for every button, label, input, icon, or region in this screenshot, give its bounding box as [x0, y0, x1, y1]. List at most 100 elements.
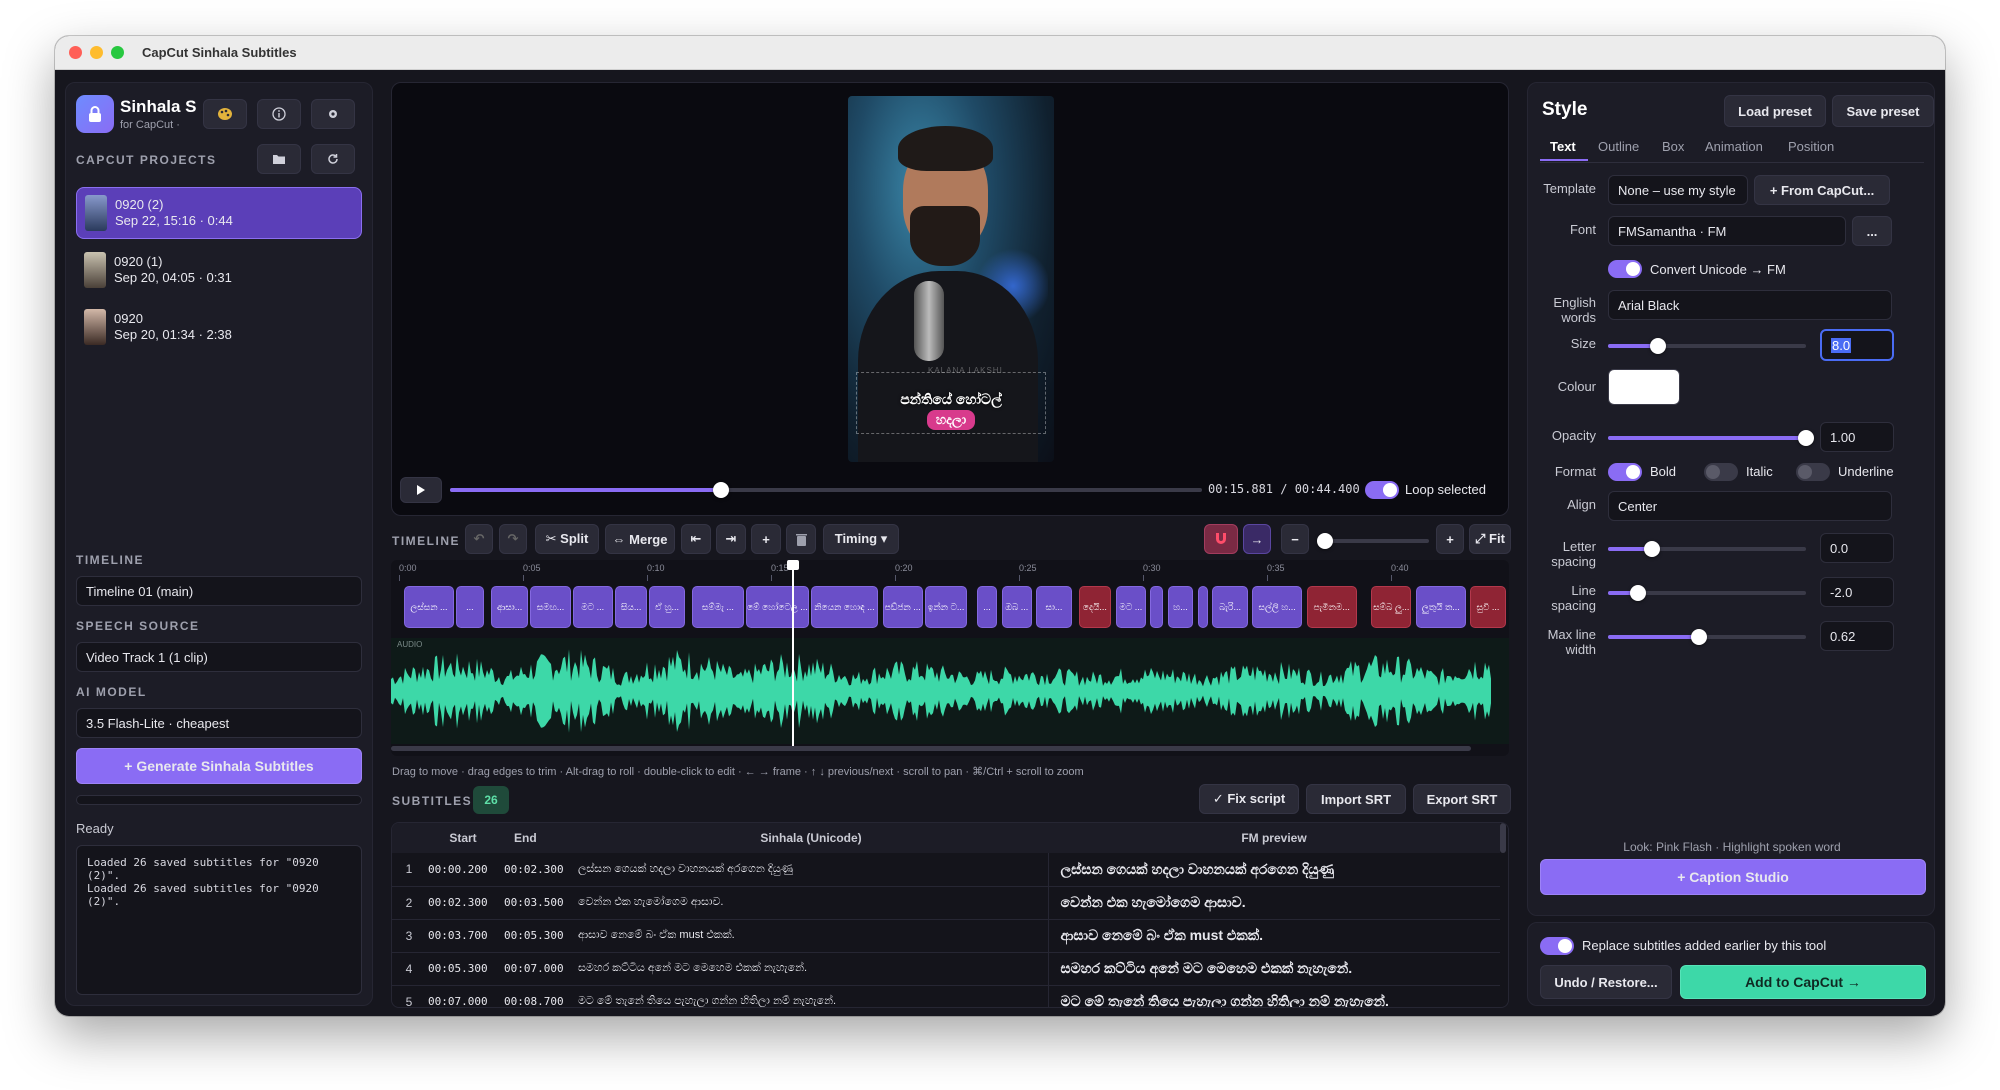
from-capcut-button[interactable]: + From CapCut...: [1754, 175, 1890, 205]
zoom-out-button[interactable]: −: [1281, 524, 1309, 554]
fix-script-button[interactable]: ✓ Fix script: [1199, 784, 1299, 814]
minimize-window-button[interactable]: [90, 46, 103, 59]
table-row[interactable]: 5 00:07.000 00:08.700 මට මේ තැනේ තියෙ පැහැල…: [392, 985, 1500, 1007]
font-browse-button[interactable]: ...: [1852, 216, 1892, 246]
table-scrollbar[interactable]: [1500, 823, 1506, 853]
table-row[interactable]: 2 00:02.300 00:03.500 වෙන්න එක හැමෝගෙම ආසාව…: [392, 886, 1500, 920]
row-sinhala-text[interactable]: මට මේ තැනේ තියෙ පැහැලා ගන්න හිතිලා නම් න…: [574, 985, 1049, 1007]
size-input[interactable]: 8.0: [1820, 329, 1894, 361]
opacity-slider[interactable]: [1608, 430, 1814, 446]
generate-subtitles-button[interactable]: + Generate Sinhala Subtitles: [76, 748, 362, 784]
size-slider[interactable]: [1608, 338, 1806, 354]
play-button[interactable]: [400, 477, 442, 503]
palette-button[interactable]: [203, 99, 247, 129]
load-preset-button[interactable]: Load preset: [1724, 95, 1826, 127]
subtitle-clip[interactable]: සල්ලි හ...: [1252, 586, 1303, 628]
timeline-select[interactable]: Timeline 01 (main): [76, 576, 362, 606]
subtitle-clip[interactable]: ...: [976, 586, 998, 628]
ai-model-select[interactable]: 3.5 Flash-Lite · cheapest: [76, 708, 362, 738]
subtitle-clip[interactable]: පඩ්ජන ...: [882, 586, 923, 628]
subtitle-clip[interactable]: ආසා...: [490, 586, 529, 628]
english-font-select[interactable]: Arial Black: [1608, 290, 1892, 320]
subtitle-clip[interactable]: දෙයි...: [1078, 586, 1112, 628]
template-select[interactable]: None – use my style: [1608, 175, 1748, 205]
add-to-capcut-button[interactable]: Add to CapCut →: [1680, 965, 1926, 999]
project-item[interactable]: 0920 (2) Sep 22, 15:16 · 0:44: [76, 187, 362, 239]
refresh-button[interactable]: [311, 144, 355, 174]
row-end[interactable]: 00:08.700: [500, 985, 574, 1007]
subtitle-clip[interactable]: සුවි ...: [1470, 586, 1506, 628]
delete-button[interactable]: [786, 524, 816, 554]
split-button[interactable]: ✂ Split: [535, 524, 599, 554]
size-handle[interactable]: [1649, 338, 1666, 354]
subtitle-clip[interactable]: ඔබ ...: [1001, 586, 1032, 628]
bold-toggle[interactable]: [1608, 463, 1642, 481]
playback-scrubber[interactable]: [450, 482, 1202, 498]
playback-handle[interactable]: [712, 482, 729, 498]
colour-swatch[interactable]: [1608, 369, 1680, 405]
underline-toggle[interactable]: [1796, 463, 1830, 481]
table-row[interactable]: 3 00:03.700 00:05.300 ආසාව නෙමේ බං ඒක must …: [392, 919, 1500, 953]
subtitle-clip[interactable]: [1150, 586, 1164, 628]
time-ruler[interactable]: 0:00 0:05 0:10 0:15 0:20 0:25 0:30 0:35 0:40: [391, 560, 1509, 582]
max-line-width-input[interactable]: 0.62: [1820, 621, 1894, 651]
row-sinhala-text[interactable]: ආසාව නෙමේ බං ඒක must එකක්.: [574, 919, 1049, 953]
info-button[interactable]: [257, 99, 301, 129]
table-row[interactable]: 1 00:00.200 00:02.300 ලස්සන ගෙයක් හදලා වාහන…: [392, 853, 1500, 887]
subtitle-clip[interactable]: සිය...: [614, 586, 648, 628]
subtitle-clip[interactable]: සා...: [1036, 586, 1072, 628]
timeline-area[interactable]: 0:00 0:05 0:10 0:15 0:20 0:25 0:30 0:35 0:40 ලස්…: [391, 560, 1509, 756]
subtitle-clip[interactable]: නියෙන හොඳ ...: [810, 586, 879, 628]
subtitle-clip[interactable]: මට ...: [1115, 586, 1146, 628]
font-select[interactable]: FMSamantha · FM: [1608, 216, 1846, 246]
video-frame[interactable]: KALANA LAKSHI පන්තියේ හෝටල් හදලා: [848, 96, 1054, 462]
letter-spacing-handle[interactable]: [1643, 541, 1660, 557]
zoom-handle[interactable]: [1317, 533, 1333, 549]
subtitle-clip[interactable]: [1197, 586, 1208, 628]
row-start[interactable]: 00:00.200: [426, 853, 500, 887]
subtitle-clip[interactable]: ...: [456, 586, 484, 628]
row-start[interactable]: 00:05.300: [426, 952, 500, 986]
speech-source-select[interactable]: Video Track 1 (1 clip): [76, 642, 362, 672]
merge-button[interactable]: ⇔ Merge: [605, 524, 675, 554]
letter-spacing-slider[interactable]: [1608, 541, 1806, 557]
loop-selected-toggle[interactable]: [1365, 481, 1399, 499]
subtitle-track[interactable]: ලස්සන ...... ආසා... සමහ... මට ... සිය... ඒ හු…: [391, 582, 1509, 632]
add-subtitle-button[interactable]: +: [751, 524, 781, 554]
max-line-width-slider[interactable]: [1608, 629, 1806, 645]
line-spacing-slider[interactable]: [1608, 585, 1806, 601]
trim-start-button[interactable]: ⇤: [681, 524, 711, 554]
subtitle-clip[interactable]: ඒ හු...: [649, 586, 685, 628]
subtitle-clip[interactable]: සමහ...: [530, 586, 571, 628]
align-select[interactable]: Center: [1608, 491, 1892, 521]
letter-spacing-input[interactable]: 0.0: [1820, 533, 1894, 563]
subtitle-clip[interactable]: ලුතුයි ත...: [1415, 586, 1466, 628]
subtitle-clip[interactable]: සම්බ ලු...: [1371, 586, 1412, 628]
zoom-window-button[interactable]: [111, 46, 124, 59]
opacity-handle[interactable]: [1798, 430, 1814, 446]
subtitle-clip[interactable]: ඉන්න ට...: [924, 586, 968, 628]
redo-button[interactable]: ↷: [499, 524, 527, 554]
playhead[interactable]: [786, 560, 799, 746]
tab-position[interactable]: Position: [1788, 139, 1834, 154]
timeline-scrollbar[interactable]: [391, 746, 1471, 751]
follow-playhead-button[interactable]: →: [1243, 524, 1271, 554]
undo-button[interactable]: ↶: [465, 524, 493, 554]
replace-subtitles-toggle[interactable]: [1540, 937, 1574, 955]
zoom-in-button[interactable]: +: [1436, 524, 1464, 554]
row-sinhala-text[interactable]: සමහර කට්ටිය අනේ මට මෙහෙම එකක් නැහැනේ.: [574, 952, 1049, 986]
row-sinhala-text[interactable]: වෙන්න එක හැමෝගෙම ආසාව.: [574, 886, 1049, 920]
row-start[interactable]: 00:07.000: [426, 985, 500, 1007]
zoom-slider[interactable]: [1317, 533, 1429, 549]
italic-toggle[interactable]: [1704, 463, 1738, 481]
tab-animation[interactable]: Animation: [1705, 139, 1763, 154]
tab-outline[interactable]: Outline: [1598, 139, 1639, 154]
line-spacing-handle[interactable]: [1629, 585, 1646, 601]
audio-track[interactable]: AUDIO: [391, 638, 1509, 744]
tab-text[interactable]: Text: [1550, 139, 1576, 154]
row-start[interactable]: 00:03.700: [426, 919, 500, 953]
subtitle-clip[interactable]: හ...: [1167, 586, 1194, 628]
max-line-width-handle[interactable]: [1691, 629, 1708, 645]
row-end[interactable]: 00:03.500: [500, 886, 574, 920]
row-start[interactable]: 00:02.300: [426, 886, 500, 920]
